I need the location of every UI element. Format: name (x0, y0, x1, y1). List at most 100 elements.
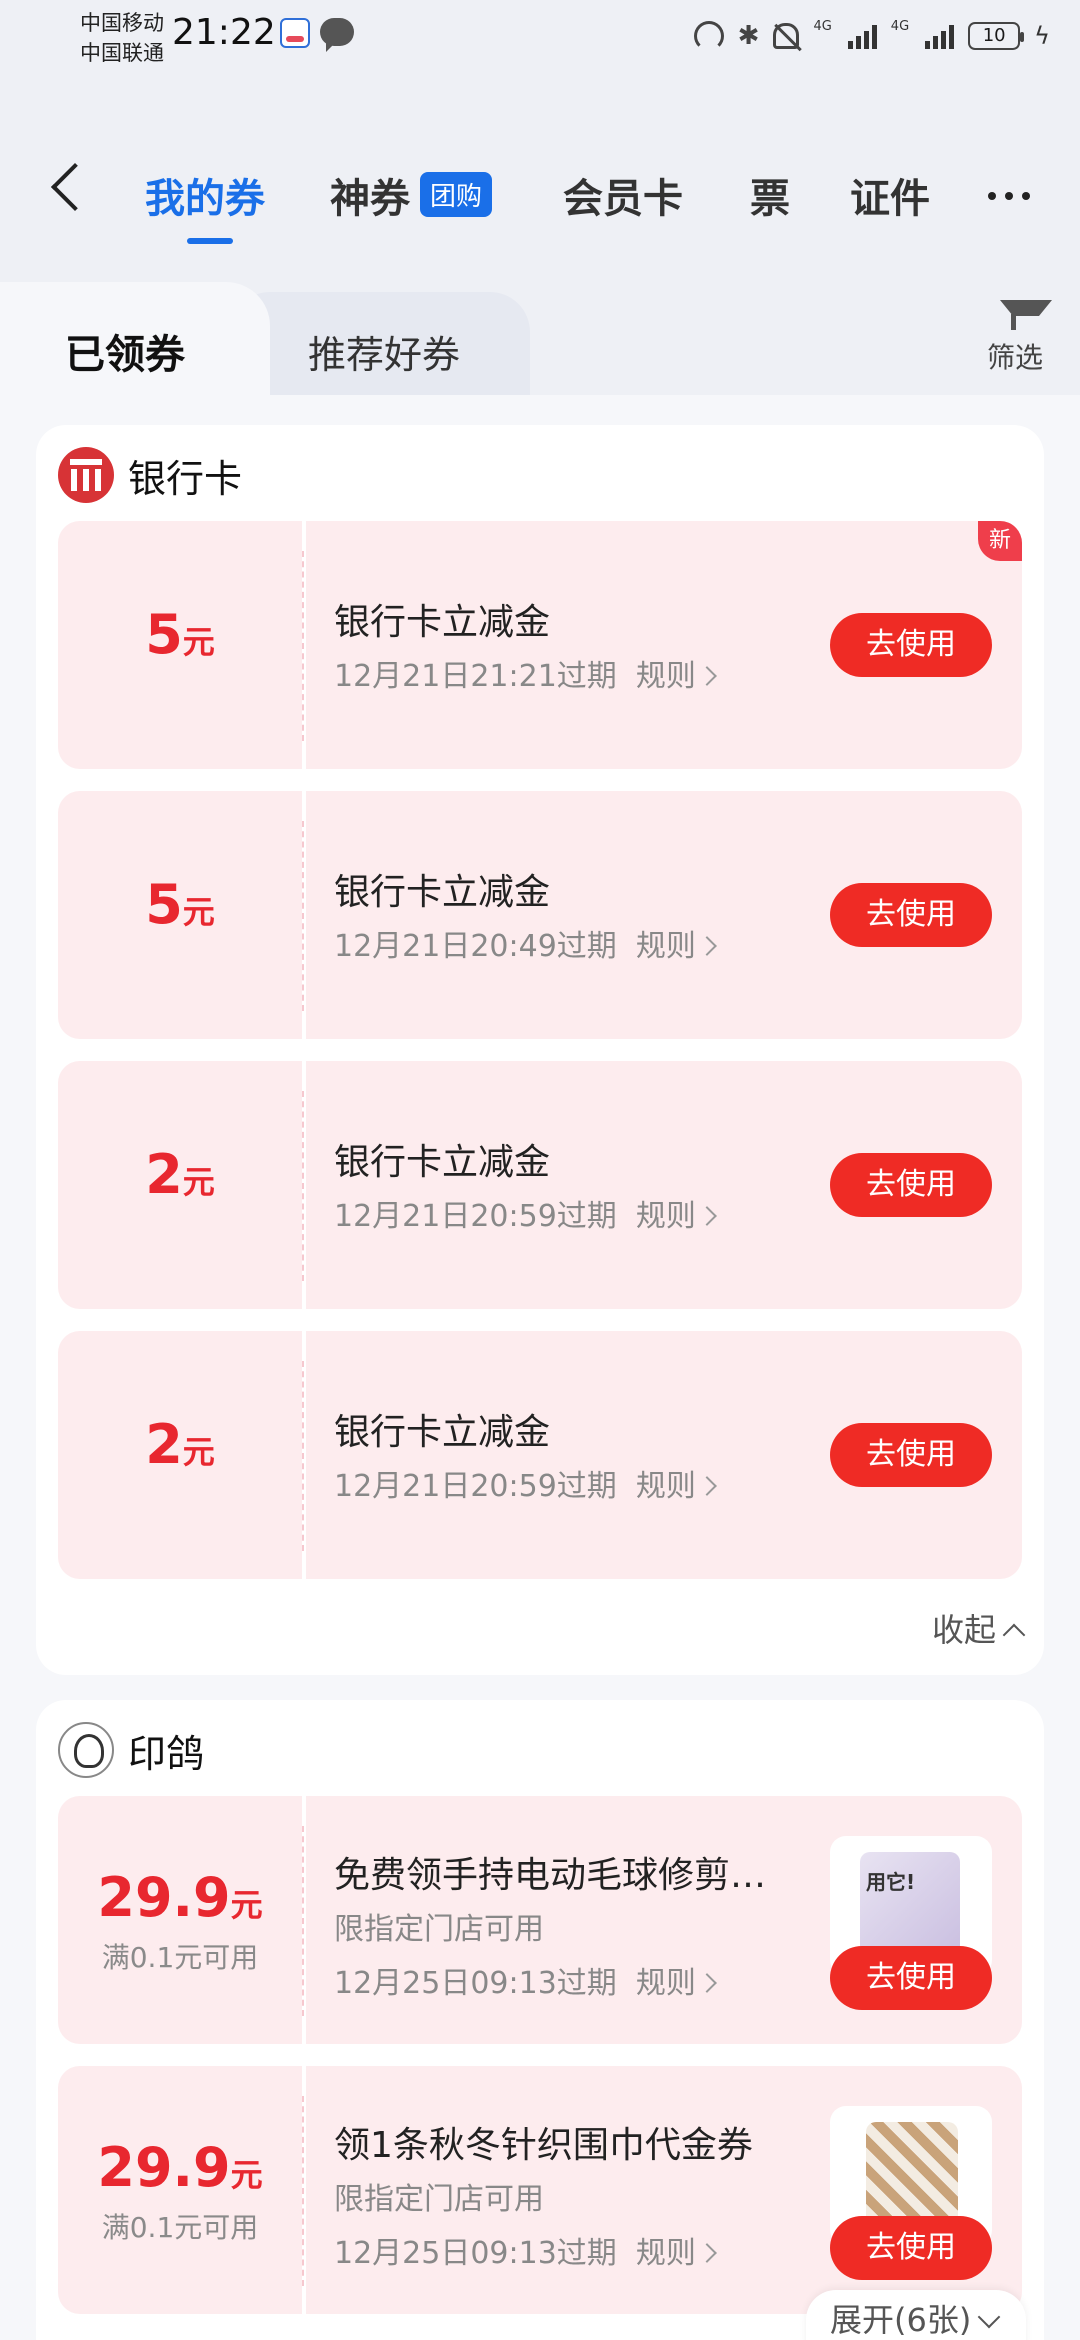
coupon-title: 银行卡立减金 (334, 602, 551, 643)
coupon-amount: 29.9元 (97, 2136, 263, 2199)
bank-icon (58, 447, 114, 503)
coupon-amount: 2元 (145, 1143, 215, 1206)
coupon-detail-panel: 银行卡立减金 12月21日20:59过期 规则 去使用 (306, 1061, 1022, 1309)
coupon-expiry[interactable]: 12月21日20:49过期 规则 (334, 921, 717, 965)
filter-icon (1000, 300, 1052, 332)
coupon-item[interactable]: 5元 银行卡立减金 12月21日21:21过期 规则 去使用 新 (58, 521, 1022, 769)
use-button[interactable]: 去使用 (830, 1946, 992, 2010)
coupon-title: 银行卡立减金 (334, 872, 551, 913)
new-badge: 新 (978, 521, 1022, 561)
coupon-detail-panel: 银行卡立减金 12月21日20:59过期 规则 去使用 (306, 1331, 1022, 1579)
chevron-right-icon (696, 2243, 717, 2263)
chevron-right-icon (696, 936, 717, 956)
yinge-logo-icon (58, 1722, 114, 1778)
use-button[interactable]: 去使用 (830, 1423, 992, 1487)
rule-link: 规则 (635, 929, 696, 964)
coupon-title: 免费领手持电动毛球修剪… (334, 1855, 767, 1896)
rule-link: 规则 (635, 2236, 696, 2271)
coupon-detail-panel: 银行卡立减金 12月21日21:21过期 规则 去使用 新 (306, 521, 1022, 769)
status-bar: 中国移动 中国联通 21:22 ✱ 4G 4G 10 ϟ (0, 0, 1080, 80)
segment-tabs: 已领券 推荐好券 筛选 (0, 282, 1080, 402)
carrier-info: 中国移动 中国联通 (80, 8, 164, 68)
clock: 21:22 (172, 12, 276, 53)
coupon-detail-panel: 领1条秋冬针织围巾代金券 限指定门店可用 12月25日09:13过期 规则 去使… (306, 2066, 1022, 2314)
chevron-right-icon (696, 1973, 717, 1993)
coupon-item[interactable]: 29.9元 满0.1元可用 领1条秋冬针织围巾代金券 限指定门店可用 12月25… (58, 2066, 1022, 2314)
coupon-condition: 满0.1元可用 (101, 1941, 259, 1974)
chevron-down-icon (978, 2305, 1001, 2329)
coupon-title: 领1条秋冬针织围巾代金券 (334, 2125, 753, 2166)
expand-button[interactable]: 展开(6张) (806, 2290, 1026, 2340)
speed-icon (693, 21, 724, 51)
use-button[interactable]: 去使用 (830, 613, 992, 677)
coupon-expiry[interactable]: 12月21日20:59过期 规则 (334, 1461, 717, 1505)
tab-certificate[interactable]: 证件 (850, 166, 930, 224)
coupon-expiry[interactable]: 12月21日20:59过期 规则 (334, 1191, 717, 1235)
section-header: 印鸽 (58, 1722, 204, 1778)
chevron-right-icon (696, 1476, 717, 1496)
coupon-item[interactable]: 29.9元 满0.1元可用 免费领手持电动毛球修剪… 限指定门店可用 12月25… (58, 1796, 1022, 2044)
app-notification-icon (280, 18, 310, 48)
network-type-1: 4G (813, 18, 832, 34)
coupon-limit: 限指定门店可用 (334, 1912, 544, 1947)
coupon-title: 银行卡立减金 (334, 1142, 551, 1183)
tab-ticket[interactable]: 票 (750, 166, 790, 224)
message-icon (320, 18, 354, 52)
section-header: 银行卡 (58, 447, 242, 503)
charging-icon: ϟ (1034, 22, 1050, 50)
coupon-condition: 满0.1元可用 (101, 2211, 259, 2244)
coupon-amount-panel: 5元 (58, 791, 302, 1039)
coupon-detail-panel: 银行卡立减金 12月21日20:49过期 规则 去使用 (306, 791, 1022, 1039)
use-button[interactable]: 去使用 (830, 883, 992, 947)
tab-member-card[interactable]: 会员卡 (563, 166, 683, 224)
tab-super-coupons[interactable]: 神券 (330, 166, 410, 224)
bluetooth-icon: ✱ (737, 21, 760, 51)
use-button[interactable]: 去使用 (830, 1153, 992, 1217)
carrier-2: 中国联通 (80, 41, 164, 65)
chevron-right-icon (696, 666, 717, 686)
signal-icon-1 (847, 23, 877, 49)
top-nav: 我的券 神券 团购 会员卡 票 证件 (0, 150, 1080, 244)
coupon-expiry[interactable]: 12月21日21:21过期 规则 (334, 651, 717, 695)
mute-icon (773, 23, 800, 49)
coupon-title: 银行卡立减金 (334, 1412, 551, 1453)
chevron-right-icon (696, 1206, 717, 1226)
network-type-2: 4G (890, 18, 910, 34)
segment-recommended[interactable]: 推荐好券 (308, 324, 460, 379)
back-icon[interactable] (50, 162, 100, 212)
coupon-amount-panel: 2元 (58, 1331, 302, 1579)
segment-received-label[interactable]: 已领券 (65, 322, 185, 380)
coupon-amount-panel: 5元 (58, 521, 302, 769)
carrier-1: 中国移动 (80, 11, 164, 35)
tab-my-coupons[interactable]: 我的券 (145, 166, 265, 244)
coupon-amount: 5元 (145, 873, 215, 936)
use-button[interactable]: 去使用 (830, 2216, 992, 2280)
chevron-up-icon (1002, 1623, 1026, 1647)
collapse-button[interactable]: 收起 (932, 1605, 1026, 1651)
coupon-limit: 限指定门店可用 (334, 2182, 544, 2217)
coupon-amount-panel: 29.9元 满0.1元可用 (58, 2066, 302, 2314)
coupon-amount-panel: 2元 (58, 1061, 302, 1309)
coupon-item[interactable]: 5元 银行卡立减金 12月21日20:49过期 规则 去使用 (58, 791, 1022, 1039)
rule-link: 规则 (635, 1199, 696, 1234)
coupon-amount-panel: 29.9元 满0.1元可用 (58, 1796, 302, 2044)
rule-link: 规则 (635, 1469, 696, 1504)
group-buy-badge: 团购 (420, 172, 493, 217)
coupon-item[interactable]: 2元 银行卡立减金 12月21日20:59过期 规则 去使用 (58, 1331, 1022, 1579)
coupon-item[interactable]: 2元 银行卡立减金 12月21日20:59过期 规则 去使用 (58, 1061, 1022, 1309)
section-title: 银行卡 (128, 456, 243, 501)
filter-label: 筛选 (986, 341, 1043, 374)
coupon-amount: 29.9元 (97, 1866, 263, 1929)
coupon-expiry[interactable]: 12月25日09:13过期 规则 (334, 1958, 717, 2002)
coupon-amount: 5元 (145, 603, 215, 666)
rule-link: 规则 (635, 659, 696, 694)
yinge-section: 印鸽 29.9元 满0.1元可用 免费领手持电动毛球修剪… 限指定门店可用 12… (36, 1700, 1044, 2340)
signal-icon-2 (925, 23, 955, 49)
coupon-expiry[interactable]: 12月25日09:13过期 规则 (334, 2228, 717, 2272)
bank-card-section: 银行卡 5元 银行卡立减金 12月21日21:21过期 规则 去使用 新 5元 … (36, 425, 1044, 1675)
section-title: 印鸽 (128, 1731, 205, 1776)
filter-button[interactable]: 筛选 (980, 300, 1052, 376)
more-icon[interactable] (988, 192, 1030, 200)
status-icons: ✱ 4G 4G 10 ϟ (693, 16, 1050, 56)
battery-icon: 10 (968, 22, 1025, 50)
